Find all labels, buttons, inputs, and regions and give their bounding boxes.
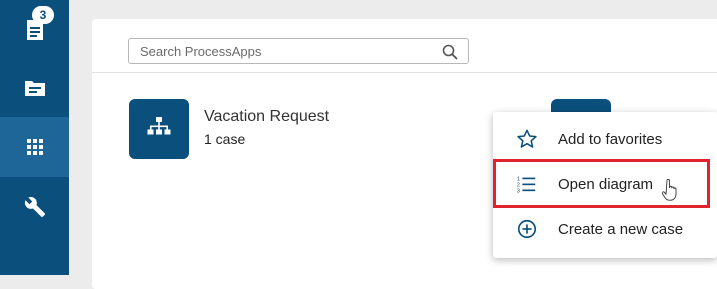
app-name[interactable]: Vacation Request bbox=[204, 108, 329, 126]
org-chart-icon bbox=[147, 116, 171, 143]
menu-item-label: Create a new case bbox=[558, 220, 684, 238]
menu-item-create-new-case[interactable]: Create a new case bbox=[493, 207, 717, 251]
app-case-count: 1 case bbox=[204, 131, 246, 147]
folder-icon bbox=[24, 79, 46, 97]
grid-apps-icon bbox=[26, 139, 43, 155]
sidebar-item-apps[interactable] bbox=[0, 117, 69, 177]
app-context-menu: Add to favorites 1 2 3 Open diagram Crea… bbox=[493, 112, 717, 258]
menu-item-add-to-favorites[interactable]: Add to favorites bbox=[493, 117, 717, 161]
search-bar bbox=[128, 38, 469, 64]
tasks-count-badge: 3 bbox=[32, 6, 54, 24]
menu-item-label: Open diagram bbox=[558, 175, 654, 193]
svg-text:3: 3 bbox=[517, 188, 520, 194]
numbered-list-icon: 1 2 3 bbox=[516, 173, 538, 195]
sidebar-item-tasks[interactable]: 3 bbox=[0, 0, 69, 60]
app-tile-vacation-request[interactable] bbox=[129, 99, 189, 159]
sidebar: 3 bbox=[0, 0, 69, 275]
sidebar-item-tools[interactable] bbox=[0, 177, 69, 237]
search-icon[interactable] bbox=[442, 44, 458, 60]
menu-item-open-diagram[interactable]: 1 2 3 Open diagram bbox=[493, 162, 717, 206]
plus-circle-icon bbox=[516, 218, 538, 240]
search-input[interactable] bbox=[140, 39, 430, 63]
wrench-icon bbox=[24, 196, 46, 218]
header-divider bbox=[92, 72, 717, 73]
sidebar-item-folders[interactable] bbox=[0, 58, 69, 118]
menu-item-label: Add to favorites bbox=[558, 130, 663, 148]
star-outline-icon bbox=[516, 128, 538, 150]
